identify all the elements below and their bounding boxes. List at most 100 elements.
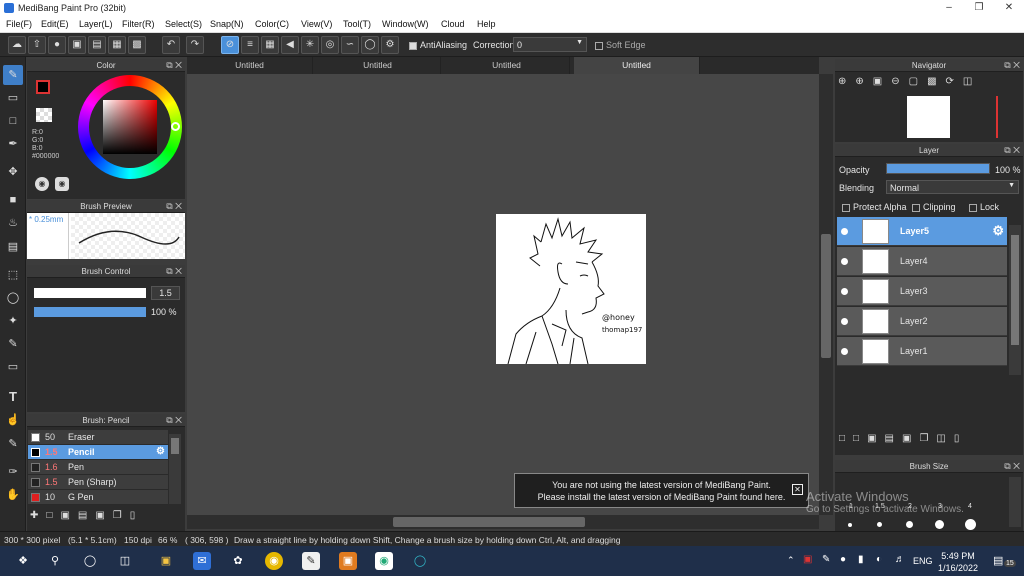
- rotate-icon[interactable]: ⟳: [946, 76, 963, 87]
- trash-icon[interactable]: ▯: [130, 510, 144, 521]
- redo-icon[interactable]: ↷: [186, 36, 204, 54]
- blending-select[interactable]: Normal ▼: [886, 180, 1019, 194]
- windows-start-icon[interactable]: ❖: [14, 552, 32, 570]
- app-orange-icon[interactable]: ▣: [339, 552, 357, 570]
- brush-size-dot[interactable]: [935, 520, 944, 529]
- tab-untitled-3[interactable]: Untitled: [444, 57, 570, 74]
- brush-tool-icon[interactable]: ✎: [3, 65, 23, 85]
- select-tool-icon[interactable]: ⬚: [3, 265, 23, 285]
- brush-size-dot[interactable]: [848, 523, 852, 527]
- menu-view[interactable]: View(V): [301, 19, 332, 29]
- visibility-icon[interactable]: [841, 258, 848, 265]
- curve-snap-icon[interactable]: ∽: [341, 36, 359, 54]
- brush-size-dot[interactable]: [877, 522, 882, 527]
- layer-scrollbar[interactable]: [1009, 225, 1021, 375]
- medibang-icon[interactable]: ✎: [302, 552, 320, 570]
- layer-menu-icon[interactable]: ▤: [885, 433, 902, 444]
- comment-icon[interactable]: ▣: [68, 36, 86, 54]
- saturation-square[interactable]: [103, 100, 157, 154]
- parallel-snap-icon[interactable]: ≡: [241, 36, 259, 54]
- zoom-in-icon[interactable]: ⊕: [838, 76, 855, 87]
- radial-snap-icon[interactable]: ✳: [301, 36, 319, 54]
- chat-icon[interactable]: ●: [48, 36, 66, 54]
- visibility-icon[interactable]: [841, 228, 848, 235]
- tab-untitled-1[interactable]: Untitled: [187, 57, 313, 74]
- fit-window-icon[interactable]: ▩: [927, 76, 945, 87]
- document-icon[interactable]: ▤: [88, 36, 106, 54]
- transparent-swatch[interactable]: [36, 108, 52, 122]
- layer-row-layer2[interactable]: Layer2: [837, 307, 1007, 336]
- notification-close-icon[interactable]: ✕: [792, 484, 803, 495]
- navigator-thumbnail[interactable]: [907, 96, 950, 138]
- menu-filter[interactable]: Filter(R): [122, 19, 155, 29]
- divide-tool-icon[interactable]: ✎: [3, 434, 23, 454]
- drawing-canvas[interactable]: @honey thomap197: [496, 214, 646, 365]
- notification-center-icon[interactable]: ▤: [993, 554, 1003, 567]
- panel-close-icon[interactable]: ⧉ ✕: [1004, 460, 1020, 473]
- brush-size-dot[interactable]: [965, 519, 976, 530]
- brush-item-eraser[interactable]: 50 Eraser: [28, 430, 168, 445]
- chrome-icon[interactable]: ◉: [265, 552, 283, 570]
- circle-snap-icon[interactable]: ◎: [321, 36, 339, 54]
- panel-close-icon[interactable]: ⧉ ✕: [166, 265, 182, 278]
- panel-close-icon[interactable]: ⧉ ✕: [166, 200, 182, 213]
- cortana-icon[interactable]: ◯: [81, 552, 99, 570]
- horizontal-scroll-thumb[interactable]: [393, 517, 585, 527]
- panel-close-icon[interactable]: ⧉ ✕: [166, 59, 182, 72]
- menu-cloud[interactable]: Cloud: [441, 19, 465, 29]
- brush-size-scrollbar[interactable]: [1009, 477, 1021, 527]
- tray-clock[interactable]: 5:49 PM 1/16/2022: [938, 550, 978, 574]
- brush-item-pen-sharp[interactable]: 1.5 Pen (Sharp): [28, 475, 168, 490]
- brush-list-scrollbar[interactable]: [169, 434, 181, 504]
- correction-select[interactable]: 0 ▼: [513, 37, 587, 52]
- pen-tool-icon[interactable]: ✒: [3, 134, 23, 154]
- undo-icon[interactable]: ↶: [162, 36, 180, 54]
- dot-tool-icon[interactable]: □: [3, 111, 23, 131]
- antialiasing-checkbox[interactable]: AntiAliasing: [409, 40, 467, 50]
- hand-tool-icon[interactable]: ✋: [3, 485, 23, 505]
- menu-help[interactable]: Help: [477, 19, 496, 29]
- grid-icon[interactable]: ▦: [108, 36, 126, 54]
- vanishing-snap-icon[interactable]: ◀: [281, 36, 299, 54]
- brush-size-dot[interactable]: [906, 521, 913, 528]
- new-layer-2-icon[interactable]: □: [853, 433, 867, 444]
- gear-icon[interactable]: ⚙: [156, 446, 165, 457]
- scroll-thumb[interactable]: [171, 438, 179, 454]
- tab-untitled-2[interactable]: Untitled: [315, 57, 441, 74]
- tray-chevron-icon[interactable]: ⌃: [787, 555, 795, 566]
- settings-icon[interactable]: ⚙: [381, 36, 399, 54]
- menu-edit[interactable]: Edit(E): [41, 19, 69, 29]
- tray-language[interactable]: ENG: [913, 556, 933, 566]
- operation-tool-icon[interactable]: ☝: [3, 410, 23, 430]
- minimize-button[interactable]: –: [934, 0, 964, 16]
- edge-icon[interactable]: ◯: [411, 552, 429, 570]
- visibility-icon[interactable]: [841, 318, 848, 325]
- menu-window[interactable]: Window(W): [382, 19, 429, 29]
- canvas-area[interactable]: @honey thomap197 You are not using the l…: [187, 74, 819, 515]
- chrome-alt-icon[interactable]: ◉: [375, 552, 393, 570]
- tray-wifi-icon[interactable]: ◐: [876, 554, 882, 565]
- select-pen-tool-icon[interactable]: ✎: [3, 334, 23, 354]
- eraser-tool-icon[interactable]: ▭: [3, 88, 23, 108]
- duplicate-layer-icon[interactable]: ❐: [919, 433, 936, 444]
- brush-item-g-pen[interactable]: 10 G Pen: [28, 490, 168, 505]
- new-brush-icon[interactable]: □: [46, 510, 60, 521]
- cloud-icon[interactable]: ☁: [8, 36, 26, 54]
- upload-icon[interactable]: ⇧: [28, 36, 46, 54]
- vertical-scroll-thumb[interactable]: [821, 234, 831, 358]
- brush-item-pen[interactable]: 1.6 Pen: [28, 460, 168, 475]
- menu-layer[interactable]: Layer(L): [79, 19, 113, 29]
- search-icon[interactable]: ⚲: [46, 552, 64, 570]
- layer-row-layer1[interactable]: Layer1: [837, 337, 1007, 366]
- app-icon[interactable]: ✿: [229, 552, 247, 570]
- import-brush-icon[interactable]: ▤: [78, 510, 95, 521]
- canvas-horizontal-scrollbar[interactable]: [187, 515, 819, 529]
- clipping-checkbox[interactable]: Clipping: [912, 202, 956, 212]
- file-explorer-icon[interactable]: ▣: [157, 552, 175, 570]
- delete-layer-icon[interactable]: ▯: [954, 433, 968, 444]
- layer-row-layer4[interactable]: Layer4: [837, 247, 1007, 276]
- lock-checkbox[interactable]: Lock: [969, 202, 999, 212]
- menu-select[interactable]: Select(S): [165, 19, 202, 29]
- hue-handle[interactable]: [171, 122, 180, 131]
- eyedropper-tool-icon[interactable]: ✑: [3, 462, 23, 482]
